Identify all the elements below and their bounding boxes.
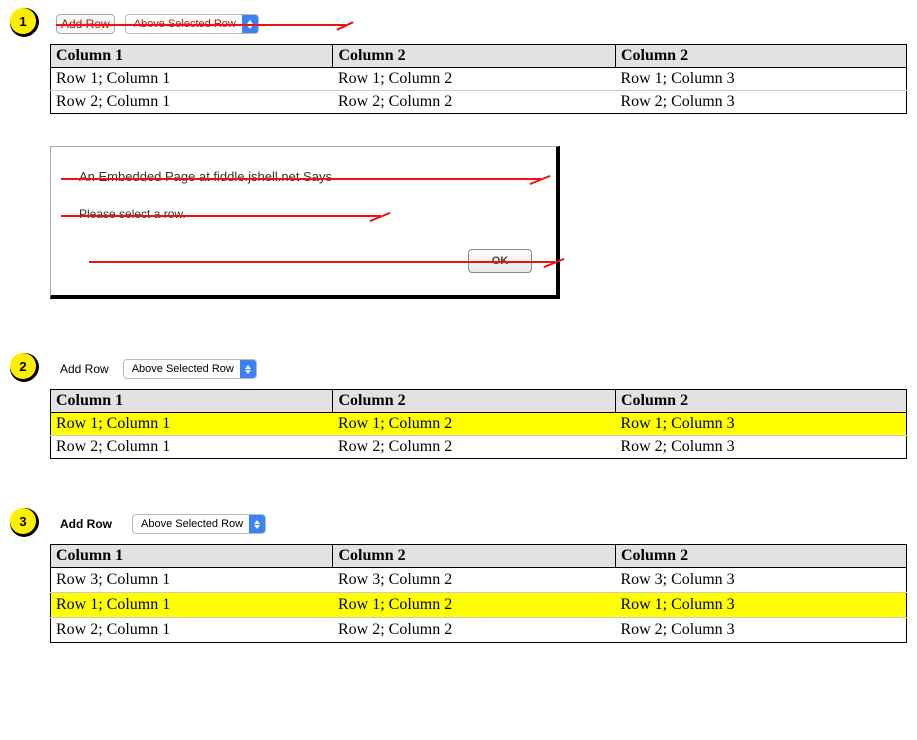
position-select[interactable]: Above Selected Row xyxy=(123,359,257,379)
col-header: Column 2 xyxy=(333,545,615,568)
strikethrough-annotation xyxy=(61,178,541,180)
add-row-button[interactable]: Add Row xyxy=(56,360,113,378)
col-header: Column 2 xyxy=(615,545,906,568)
col-header: Column 2 xyxy=(333,45,615,68)
table-row[interactable]: Row 2; Column 1 Row 2; Column 2 Row 2; C… xyxy=(51,436,907,459)
table-row[interactable]: Row 2; Column 1 Row 2; Column 2 Row 2; C… xyxy=(51,618,907,643)
dialog-message: Please select a row. xyxy=(79,207,186,221)
toolbar-1: Add Row Above Selected Row xyxy=(56,14,907,34)
cell: Row 3; Column 1 xyxy=(51,568,333,593)
data-table-1: Column 1 Column 2 Column 2 Row 1; Column… xyxy=(50,44,907,114)
updown-icon xyxy=(249,515,265,533)
step-badge-3: 3 xyxy=(10,508,36,534)
cell: Row 3; Column 3 xyxy=(615,568,906,593)
select-value: Above Selected Row xyxy=(133,517,249,531)
cell: Row 2; Column 1 xyxy=(51,618,333,643)
table-row[interactable]: Row 1; Column 1 Row 1; Column 2 Row 1; C… xyxy=(51,68,907,91)
cell: Row 1; Column 1 xyxy=(51,413,333,436)
cell: Row 1; Column 2 xyxy=(333,68,615,91)
col-header: Column 2 xyxy=(333,390,615,413)
updown-icon xyxy=(240,360,256,378)
cell: Row 2; Column 2 xyxy=(333,618,615,643)
table-row[interactable]: Row 2; Column 1 Row 2; Column 2 Row 2; C… xyxy=(51,91,907,114)
table-header-row: Column 1 Column 2 Column 2 xyxy=(51,390,907,413)
col-header: Column 2 xyxy=(615,390,906,413)
table-row[interactable]: Row 1; Column 1 Row 1; Column 2 Row 1; C… xyxy=(51,593,907,618)
add-row-button[interactable]: Add Row xyxy=(56,515,116,533)
cell: Row 2; Column 2 xyxy=(333,436,615,459)
toolbar-2: Add Row Above Selected Row xyxy=(56,359,907,379)
cell: Row 1; Column 3 xyxy=(615,68,906,91)
table-row[interactable]: Row 1; Column 1 Row 1; Column 2 Row 1; C… xyxy=(51,413,907,436)
alert-dialog: An Embedded Page at fiddle.jshell.net Sa… xyxy=(50,146,560,299)
cell: Row 2; Column 1 xyxy=(51,436,333,459)
data-table-3: Column 1 Column 2 Column 2 Row 3; Column… xyxy=(50,544,907,643)
position-select[interactable]: Above Selected Row xyxy=(132,514,266,534)
strikethrough-annotation xyxy=(56,24,346,26)
step-2-section: 2 Add Row Above Selected Row Column 1 Co… xyxy=(50,359,907,459)
cell: Row 3; Column 2 xyxy=(333,568,615,593)
cell: Row 1; Column 1 xyxy=(51,593,333,618)
step-badge-2: 2 xyxy=(10,353,36,379)
cell: Row 1; Column 3 xyxy=(615,413,906,436)
data-table-2: Column 1 Column 2 Column 2 Row 1; Column… xyxy=(50,389,907,459)
col-header: Column 1 xyxy=(51,545,333,568)
dialog-title: An Embedded Page at fiddle.jshell.net Sa… xyxy=(79,169,332,184)
cell: Row 1; Column 1 xyxy=(51,68,333,91)
step-3-section: 3 Add Row Above Selected Row Column 1 Co… xyxy=(50,514,907,643)
cell: Row 2; Column 3 xyxy=(615,91,906,114)
strikethrough-annotation xyxy=(89,261,555,263)
step-badge-1: 1 xyxy=(10,8,36,34)
col-header: Column 1 xyxy=(51,390,333,413)
table-header-row: Column 1 Column 2 Column 2 xyxy=(51,45,907,68)
step-1-section: 1 Add Row Above Selected Row Column 1 Co… xyxy=(50,14,907,299)
cell: Row 1; Column 2 xyxy=(333,593,615,618)
col-header: Column 1 xyxy=(51,45,333,68)
toolbar-3: Add Row Above Selected Row xyxy=(56,514,907,534)
strikethrough-annotation xyxy=(61,215,381,217)
cell: Row 1; Column 2 xyxy=(333,413,615,436)
cell: Row 2; Column 3 xyxy=(615,618,906,643)
cell: Row 1; Column 3 xyxy=(615,593,906,618)
select-value: Above Selected Row xyxy=(124,362,240,376)
cell: Row 2; Column 2 xyxy=(333,91,615,114)
cell: Row 2; Column 3 xyxy=(615,436,906,459)
table-row[interactable]: Row 3; Column 1 Row 3; Column 2 Row 3; C… xyxy=(51,568,907,593)
cell: Row 2; Column 1 xyxy=(51,91,333,114)
col-header: Column 2 xyxy=(615,45,906,68)
table-header-row: Column 1 Column 2 Column 2 xyxy=(51,545,907,568)
